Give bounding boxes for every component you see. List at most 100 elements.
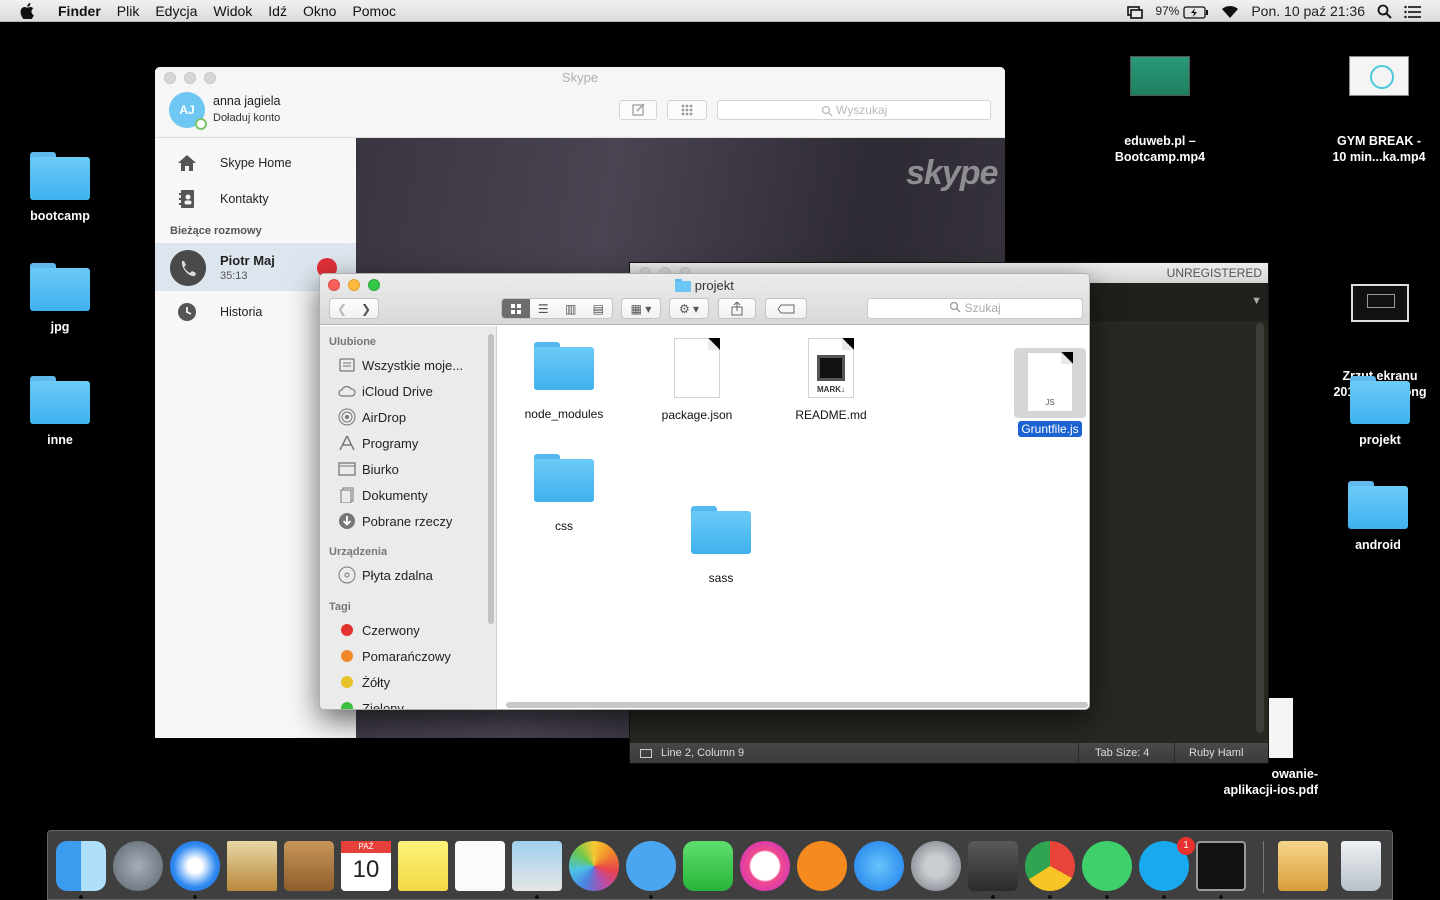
sidebar-item-label: Wszystkie moje... (362, 357, 464, 373)
sidebar-item-downloads[interactable]: Pobrane rzeczy (320, 508, 496, 534)
desktop-folder-bootcamp[interactable]: bootcamp (5, 152, 115, 224)
finder-dock-icon[interactable] (56, 841, 106, 891)
icon-view-icon[interactable] (502, 299, 530, 318)
panel-toggle-icon[interactable] (640, 749, 652, 758)
minimize-button[interactable] (184, 72, 196, 84)
nav-skype-home[interactable]: Skype Home (155, 145, 356, 181)
sidebar-item-applications[interactable]: Programy (320, 430, 496, 456)
finder-search-input[interactable]: Szukaj (867, 298, 1083, 319)
vertical-scrollbar[interactable] (1256, 323, 1264, 733)
chrome-dock-icon[interactable] (1025, 841, 1075, 891)
new-conversation-button[interactable] (619, 100, 657, 120)
folder-icon (1348, 481, 1408, 529)
sidebar-item-remote-disc[interactable]: Płyta zdalna (320, 562, 496, 588)
horizontal-scrollbar[interactable] (506, 702, 1088, 708)
desktop-folder-inne[interactable]: inne (5, 376, 115, 448)
contacts-dock-icon[interactable] (284, 841, 334, 891)
spotlight-icon[interactable] (1377, 3, 1392, 20)
menu-okno[interactable]: Okno (295, 3, 344, 19)
wifi-icon[interactable] (1221, 3, 1239, 19)
menu-plik[interactable]: Plik (109, 3, 148, 19)
mail-dock-icon[interactable] (227, 841, 277, 891)
facetime-dock-icon[interactable] (683, 841, 733, 891)
skype-search-input[interactable]: Wyszukaj (717, 100, 991, 120)
desktop-folder-projekt[interactable]: projekt (1325, 376, 1435, 448)
installer-dock-icon[interactable] (1278, 841, 1328, 891)
file-item-gruntfile[interactable]: JS Gruntfile.js (1010, 348, 1089, 437)
file-item-package-json[interactable]: package.json (642, 338, 752, 422)
share-button[interactable] (718, 298, 756, 319)
terminal-dock-icon[interactable] (1196, 841, 1246, 891)
sublime-text-dock-icon[interactable] (968, 841, 1018, 891)
arrange-button[interactable]: ▦ ▾ (621, 298, 661, 319)
avatar[interactable]: AJ (169, 92, 207, 130)
sidebar-tag-green[interactable]: Zielony (320, 695, 496, 709)
menu-app-name[interactable]: Finder (50, 3, 109, 19)
calendar-dock-icon[interactable]: PAŹ 10 (341, 841, 391, 891)
file-item-sass[interactable]: sass (666, 506, 776, 585)
add-credit-link[interactable]: Doładuj konto (213, 112, 280, 124)
desktop-file-eduweb-video[interactable]: eduweb.pl – Bootcamp.mp4 (1105, 40, 1215, 181)
app-store-dock-icon[interactable] (854, 841, 904, 891)
skype-logo: skype (906, 154, 998, 192)
sidebar-item-desktop[interactable]: Biurko (320, 456, 496, 482)
menu-idz[interactable]: Idź (260, 3, 295, 19)
battery-percent[interactable]: 97% (1155, 4, 1179, 18)
finder-content: node_modules package.json MARK↓ README.m… (498, 326, 1089, 709)
desktop-file-gym-break-video[interactable]: GYM BREAK - 10 min...ka.mp4 (1324, 40, 1434, 181)
menu-widok[interactable]: Widok (205, 3, 260, 19)
sidebar-item-documents[interactable]: Dokumenty (320, 482, 496, 508)
file-item-css[interactable]: css (509, 454, 619, 533)
sidebar-tag-red[interactable]: Czerwony (320, 617, 496, 643)
action-button[interactable]: ⚙ ▾ (669, 298, 709, 319)
close-button[interactable] (164, 72, 176, 84)
sidebar-item-all-files[interactable]: Wszystkie moje... (320, 352, 496, 378)
battery-icon[interactable] (1183, 3, 1209, 19)
ibooks-dock-icon[interactable] (797, 841, 847, 891)
launchpad-dock-icon[interactable] (113, 841, 163, 891)
itunes-dock-icon[interactable] (740, 841, 790, 891)
airplay-icon[interactable] (1127, 3, 1144, 19)
sidebar-scrollbar[interactable] (488, 334, 494, 624)
online-status-icon (195, 118, 207, 130)
sidebar-item-airdrop[interactable]: AirDrop (320, 404, 496, 430)
call-contact-name: Piotr Maj (220, 253, 275, 268)
tab-dropdown-icon[interactable]: ▼ (1251, 295, 1262, 307)
cover-flow-icon[interactable]: ▤ (585, 302, 613, 316)
user-name[interactable]: anna jagiela (213, 94, 280, 108)
tags-button[interactable] (765, 298, 807, 319)
list-view-icon[interactable]: ☰ (530, 302, 558, 316)
folder-icon (1350, 376, 1410, 424)
messages-dock-icon[interactable] (626, 841, 676, 891)
reminders-dock-icon[interactable] (455, 841, 505, 891)
sidebar-tag-orange[interactable]: Pomarańczowy (320, 643, 496, 669)
zoom-button[interactable] (204, 72, 216, 84)
photos-dock-icon[interactable] (569, 841, 619, 891)
notification-center-icon[interactable] (1404, 3, 1422, 19)
notes-dock-icon[interactable] (398, 841, 448, 891)
back-button[interactable]: ❮ (337, 302, 347, 316)
syntax-mode[interactable]: Ruby Haml (1174, 743, 1243, 763)
file-item-readme[interactable]: MARK↓ README.md (776, 338, 886, 422)
menu-pomoc[interactable]: Pomoc (344, 3, 404, 19)
sidebar-item-icloud-drive[interactable]: iCloud Drive (320, 378, 496, 404)
nav-contacts[interactable]: Kontakty (155, 181, 356, 217)
system-preferences-dock-icon[interactable] (911, 841, 961, 891)
column-view-icon[interactable]: ▥ (557, 302, 585, 316)
sidebar-tag-yellow[interactable]: Żółty (320, 669, 496, 695)
apple-menu-icon[interactable] (18, 2, 36, 20)
trash-dock-icon[interactable] (1341, 841, 1381, 891)
menu-edycja[interactable]: Edycja (147, 3, 205, 19)
desktop-folder-android[interactable]: android (1323, 481, 1433, 553)
all-files-icon (338, 356, 356, 374)
tab-size[interactable]: Tab Size: 4 (1078, 743, 1149, 763)
desktop-folder-jpg[interactable]: jpg (5, 263, 115, 335)
forward-button[interactable]: ❯ (361, 302, 371, 316)
whatsapp-dock-icon[interactable] (1082, 841, 1132, 891)
clock[interactable]: Pon. 10 paź 21:36 (1251, 3, 1365, 19)
skype-dock-icon[interactable]: 1 (1139, 837, 1195, 891)
file-item-node-modules[interactable]: node_modules (509, 342, 619, 421)
safari-dock-icon[interactable] (170, 841, 220, 891)
dialpad-button[interactable] (667, 100, 707, 120)
preview-dock-icon[interactable] (512, 841, 562, 891)
